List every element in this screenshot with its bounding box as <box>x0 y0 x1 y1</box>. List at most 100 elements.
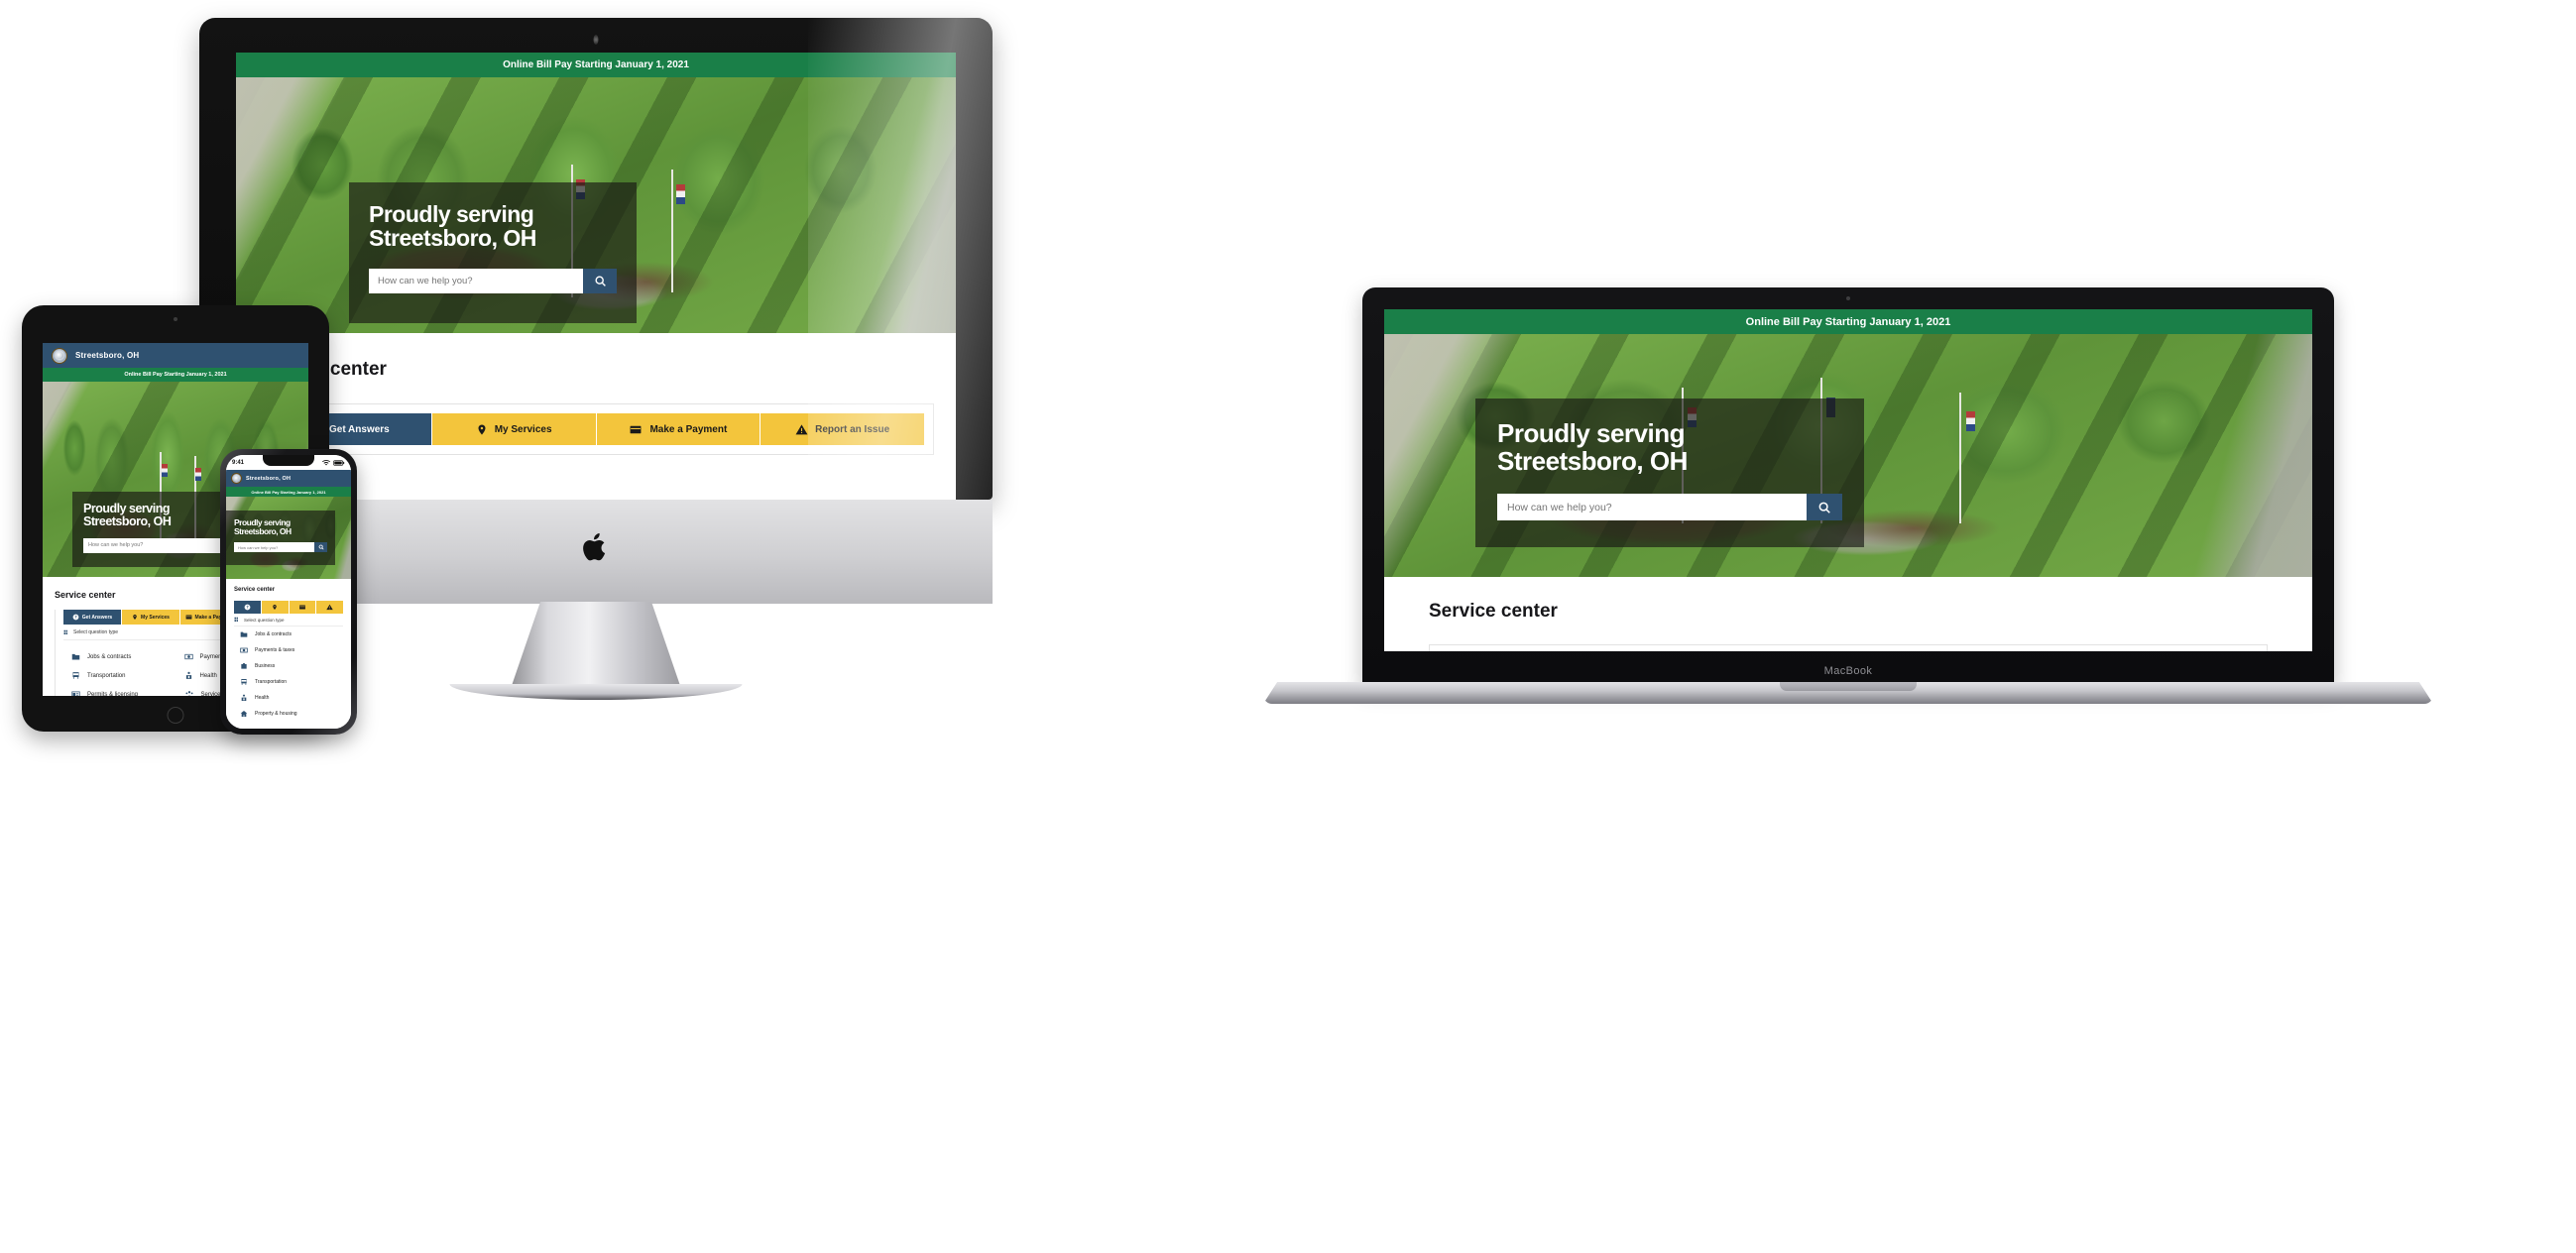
list-item-business[interactable]: Business <box>240 658 343 674</box>
website-imac: Online Bill Pay Starting January 1, 2021… <box>236 53 956 500</box>
tab-my-services[interactable]: My Services <box>431 413 597 445</box>
hero-search-bar[interactable] <box>1497 494 1842 521</box>
phone-screen: 9:41 Streetsboro, OH Online Bill Pay Sta… <box>226 455 351 729</box>
tab-label: My Services <box>494 423 552 435</box>
tab-label: Get Answers <box>328 423 390 435</box>
macbook-lid: Online Bill Pay Starting January 1, 2021… <box>1362 287 2334 684</box>
battery-icon <box>333 459 345 466</box>
tab-label: My Services <box>141 614 170 621</box>
imac-stand-foot <box>449 684 743 700</box>
us-flag-icon <box>161 463 168 477</box>
search-button[interactable] <box>583 268 617 293</box>
site-header: Streetsboro, OH <box>226 470 351 487</box>
service-center-section: Service center <box>226 579 351 722</box>
hero-title-line1: Proudly serving <box>1497 418 1686 448</box>
list-item-label: Jobs & contracts <box>255 631 292 637</box>
grid-item-label: Health <box>199 672 217 679</box>
list-item-health[interactable]: Health <box>240 690 343 706</box>
house-icon <box>240 710 248 718</box>
state-flag-icon <box>676 184 686 205</box>
hero-title-line2: Streetsboro, OH <box>234 526 292 536</box>
tab-label: Report an Issue <box>815 423 890 435</box>
question-mark-circle-icon <box>244 604 251 611</box>
site-name[interactable]: Streetsboro, OH <box>246 476 291 482</box>
tab-get-answers[interactable] <box>234 601 262 614</box>
alert-banner[interactable]: Online Bill Pay Starting January 1, 2021 <box>1384 309 2312 334</box>
people-icon <box>184 690 194 696</box>
list-item-property-housing[interactable]: Property & housing <box>240 706 343 722</box>
tablet-camera-icon <box>174 317 177 321</box>
list-item-jobs-contracts[interactable]: Jobs & contracts <box>240 626 343 642</box>
map-pin-icon <box>272 604 278 611</box>
search-button[interactable] <box>314 542 327 552</box>
map-pin-icon <box>476 423 488 436</box>
hero-title-line2: Streetsboro, OH <box>83 514 172 529</box>
city-seal-icon <box>231 473 242 484</box>
alert-banner[interactable]: Online Bill Pay Starting January 1, 2021 <box>226 487 351 497</box>
macbook-camera-icon <box>1846 296 1850 300</box>
hero-section: Proudly serving Streetsboro, OH <box>236 77 956 333</box>
search-icon <box>1818 502 1830 513</box>
id-card-icon <box>71 690 80 696</box>
hero-title: Proudly serving Streetsboro, OH <box>234 517 327 536</box>
phone-notch <box>263 455 314 466</box>
service-center-section: Service center <box>1384 577 2312 651</box>
tab-my-services[interactable] <box>261 601 290 614</box>
hero-card: Proudly serving Streetsboro, OH <box>349 182 637 323</box>
macbook-bezel-label: MacBook <box>1823 665 1873 677</box>
macbook-base-notch <box>1780 682 1917 691</box>
search-input[interactable] <box>1497 494 1807 521</box>
search-input[interactable] <box>369 268 583 293</box>
hero-title-line1: Proudly serving <box>83 502 170 515</box>
service-center-tabs: Get Answers My Services <box>268 413 924 445</box>
hero-title: Proudly serving Streetsboro, OH <box>369 202 617 251</box>
service-center-panel <box>1429 644 2268 651</box>
warning-triangle-icon <box>795 423 808 436</box>
alert-banner[interactable]: Online Bill Pay Starting January 1, 2021 <box>43 368 308 382</box>
credit-card-icon <box>629 423 643 436</box>
warning-triangle-icon <box>326 604 333 611</box>
search-button[interactable] <box>1807 494 1842 521</box>
grid-item-label: Transportation <box>87 672 126 679</box>
search-icon <box>318 544 324 550</box>
tab-make-a-payment[interactable]: Make a Payment <box>596 413 761 445</box>
search-input[interactable] <box>83 537 224 553</box>
site-name[interactable]: Streetsboro, OH <box>75 351 139 360</box>
hero-title-line2: Streetsboro, OH <box>369 225 536 252</box>
tab-make-a-payment[interactable] <box>289 601 317 614</box>
imac-stand-neck <box>509 602 683 693</box>
list-item-label: Health <box>255 695 270 701</box>
folder-icon <box>240 630 248 638</box>
hero-title-line1: Proudly serving <box>369 201 534 227</box>
grid-item-transportation[interactable]: Transportation <box>71 666 184 685</box>
grid-item-jobs-contracts[interactable]: Jobs & contracts <box>71 647 184 666</box>
hero-search-bar[interactable] <box>369 268 617 293</box>
tab-report-an-issue[interactable]: Report an Issue <box>761 413 924 445</box>
tab-get-answers[interactable]: Get Answers <box>63 610 122 625</box>
hero-search-bar[interactable] <box>83 537 243 553</box>
panel-subhead-label: Select question type <box>73 628 119 635</box>
list-item-label: Business <box>255 663 276 669</box>
grid-item-permits-licensing[interactable]: Permits & licensing <box>71 685 184 696</box>
flagpole <box>671 169 674 292</box>
apple-logo-icon <box>581 529 611 565</box>
service-center-panel: Get Answers My Services <box>258 403 934 455</box>
service-center-heading: Service center <box>234 587 276 593</box>
device-phone: 9:41 Streetsboro, OH Online Bill Pay Sta… <box>220 449 357 735</box>
list-item-label: Property & housing <box>255 711 297 717</box>
website-phone: 9:41 Streetsboro, OH Online Bill Pay Sta… <box>226 455 351 729</box>
site-header: Streetsboro, OH <box>43 343 308 368</box>
alert-banner[interactable]: Online Bill Pay Starting January 1, 2021 <box>236 53 956 77</box>
grid-item-label: Permits & licensing <box>87 691 139 697</box>
imac-screen: Online Bill Pay Starting January 1, 2021… <box>236 53 956 500</box>
list-item-transportation[interactable]: Transportation <box>240 674 343 690</box>
tablet-home-button[interactable] <box>167 707 184 724</box>
search-input[interactable] <box>234 542 314 552</box>
hero-search-bar[interactable] <box>234 542 327 552</box>
imac-camera-icon <box>593 35 599 45</box>
device-macbook: Online Bill Pay Starting January 1, 2021… <box>1263 287 2433 734</box>
tab-my-services[interactable]: My Services <box>122 610 180 625</box>
hero-card: Proudly serving Streetsboro, OH <box>226 511 335 565</box>
list-item-payments-taxes[interactable]: Payments & taxes <box>240 642 343 658</box>
tab-report-an-issue[interactable] <box>316 601 343 614</box>
